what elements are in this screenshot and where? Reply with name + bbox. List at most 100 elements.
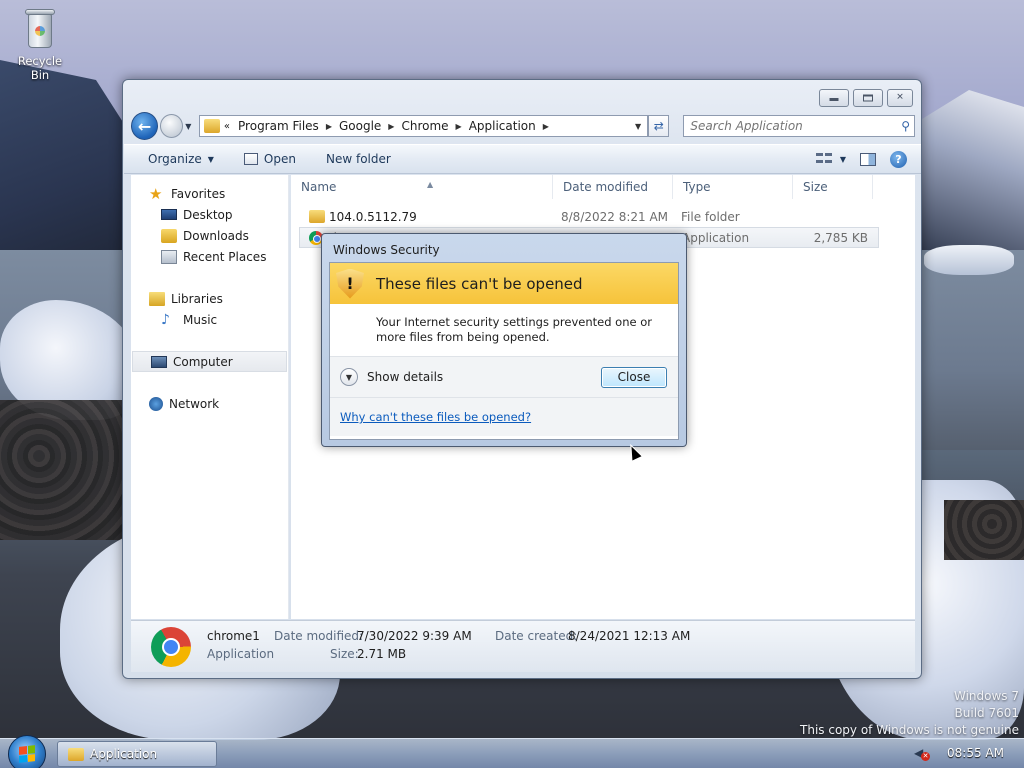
chevron-right-icon[interactable]: ▶ — [388, 122, 394, 131]
chevron-right-icon[interactable]: ▶ — [326, 122, 332, 131]
taskbar: Application ◀ ✕ 08:55 AM — [0, 735, 1024, 768]
taskbar-item-label: Application — [90, 747, 158, 761]
views-icon — [815, 153, 832, 165]
expand-details-button[interactable]: ▼ — [340, 368, 358, 386]
column-label: Name — [301, 180, 337, 194]
nav-label: Computer — [173, 354, 233, 369]
wallpaper-rocks — [0, 400, 130, 540]
nav-item-network[interactable]: Network — [131, 393, 288, 414]
chevron-down-icon: ▼ — [207, 154, 214, 164]
folder-icon — [309, 210, 325, 223]
nav-item-music[interactable]: ♪ Music — [131, 309, 288, 330]
column-header-name[interactable]: Name ▲ — [291, 175, 553, 199]
change-view-button[interactable]: ▼ — [815, 153, 846, 165]
details-file-name: chrome1 — [207, 629, 260, 643]
arrow-left-icon: ← — [137, 116, 152, 136]
close-window-button[interactable]: ✕ — [887, 89, 913, 107]
watermark-line: Windows 7 — [953, 689, 1019, 703]
column-header-type[interactable]: Type — [673, 175, 793, 199]
dialog-body: ! These files can't be opened Your Inter… — [329, 262, 679, 440]
column-label: Date modified — [563, 180, 649, 194]
close-button[interactable]: Close — [601, 366, 667, 388]
nav-item-downloads[interactable]: Downloads — [131, 225, 288, 246]
wallpaper-ice — [924, 245, 1014, 275]
start-button[interactable] — [8, 735, 46, 768]
refresh-button[interactable]: ⇄ — [648, 115, 670, 137]
nav-item-favorites[interactable]: ★ Favorites — [131, 183, 288, 204]
file-row-folder[interactable]: 104.0.5112.79 8/8/2022 8:21 AM File fold… — [299, 206, 879, 227]
details-date-modified: 7/30/2022 9:39 AM — [357, 629, 472, 643]
dialog-actions: ▼ Show details Close — [330, 356, 678, 398]
computer-icon — [151, 355, 167, 368]
nav-label: Network — [169, 396, 220, 411]
preview-pane-icon[interactable] — [860, 152, 876, 166]
file-type: Application — [682, 230, 750, 245]
nav-item-computer[interactable]: Computer — [132, 351, 287, 372]
taskbar-item-explorer[interactable]: Application — [57, 741, 217, 767]
breadcrumb: Program Files ▶ Google ▶ Chrome ▶ Applicati… — [238, 119, 556, 133]
warning-banner: ! These files can't be opened — [330, 263, 678, 304]
maximize-icon — [863, 94, 873, 102]
breadcrumb-item[interactable]: Application — [469, 119, 536, 133]
organize-label: Organize — [148, 152, 202, 166]
search-box[interactable]: ⚲ — [683, 115, 916, 137]
forward-button[interactable] — [160, 114, 184, 138]
caption-buttons: ✕ — [819, 89, 913, 107]
breadcrumb-item[interactable]: Google — [339, 119, 381, 133]
recycle-bin-icon — [23, 6, 57, 50]
show-details-label[interactable]: Show details — [367, 370, 443, 384]
maximize-button[interactable] — [853, 89, 883, 107]
new-folder-button[interactable]: New folder — [308, 145, 403, 173]
dialog-message: Your Internet security settings prevente… — [376, 315, 652, 344]
open-label: Open — [263, 152, 296, 166]
dialog-footer: Why can't these files be opened? — [330, 398, 678, 436]
search-input[interactable] — [690, 119, 891, 133]
desktop-icon-recycle-bin[interactable]: Recycle Bin — [8, 6, 72, 82]
address-dropdown-button[interactable]: ▼ — [629, 122, 647, 131]
system-clock[interactable]: 08:55 AM — [947, 746, 1004, 760]
chevron-right-icon[interactable]: ▶ — [543, 122, 549, 131]
star-icon: ★ — [149, 184, 163, 203]
open-button[interactable]: Open — [226, 145, 308, 173]
sort-ascending-icon: ▲ — [427, 180, 434, 189]
close-icon: ✕ — [896, 92, 904, 103]
minimize-button[interactable] — [819, 89, 849, 107]
new-folder-label: New folder — [325, 152, 391, 166]
column-header-size[interactable]: Size — [793, 175, 873, 199]
recent-places-icon — [161, 249, 177, 264]
wallpaper-rocks — [944, 500, 1024, 560]
details-date-created-label: Date created: — [495, 629, 578, 643]
chrome-icon — [151, 627, 191, 667]
search-icon[interactable]: ⚲ — [901, 119, 910, 133]
nav-item-desktop[interactable]: Desktop — [131, 204, 288, 225]
help-icon[interactable]: ? — [890, 150, 907, 168]
file-name: 104.0.5112.79 — [329, 209, 417, 224]
overflow-chevron-icon[interactable]: « — [224, 121, 230, 132]
breadcrumb-item[interactable]: Chrome — [401, 119, 448, 133]
navigation-pane: ★ Favorites Desktop Downloads Recent Plac… — [131, 175, 289, 619]
details-size: 2.71 MB — [357, 647, 407, 661]
dialog-title: Windows Security — [333, 243, 440, 257]
chevron-down-icon: ▼ — [345, 372, 353, 382]
nav-label: Desktop — [183, 207, 233, 222]
error-badge-icon: ✕ — [921, 752, 930, 761]
column-headers: Name ▲ Date modified Type Size — [291, 175, 915, 199]
nav-item-libraries[interactable]: Libraries — [131, 288, 288, 309]
nav-item-recent-places[interactable]: Recent Places — [131, 246, 288, 267]
breadcrumb-item[interactable]: Program Files — [238, 119, 319, 133]
downloads-icon — [161, 228, 177, 243]
open-icon — [243, 153, 258, 165]
column-header-date-modified[interactable]: Date modified — [553, 175, 673, 199]
recent-pages-dropdown[interactable]: ▼ — [185, 122, 195, 131]
address-bar[interactable]: « Program Files ▶ Google ▶ Chrome ▶ Applica… — [198, 115, 649, 137]
warning-shield-icon: ! — [336, 268, 364, 299]
chevron-right-icon[interactable]: ▶ — [456, 122, 462, 131]
navigation-bar: ← ▼ « Program Files ▶ Google ▶ Chrome ▶ App… — [131, 112, 916, 140]
file-date: 8/8/2022 8:21 AM — [561, 209, 669, 224]
file-size: 2,785 KB — [813, 230, 868, 245]
back-button[interactable]: ← — [131, 112, 159, 140]
details-date-modified-label: Date modified: — [274, 629, 364, 643]
organize-button[interactable]: Organize ▼ — [124, 145, 226, 173]
chevron-down-icon: ▼ — [839, 154, 846, 164]
help-link[interactable]: Why can't these files be opened? — [340, 410, 531, 424]
